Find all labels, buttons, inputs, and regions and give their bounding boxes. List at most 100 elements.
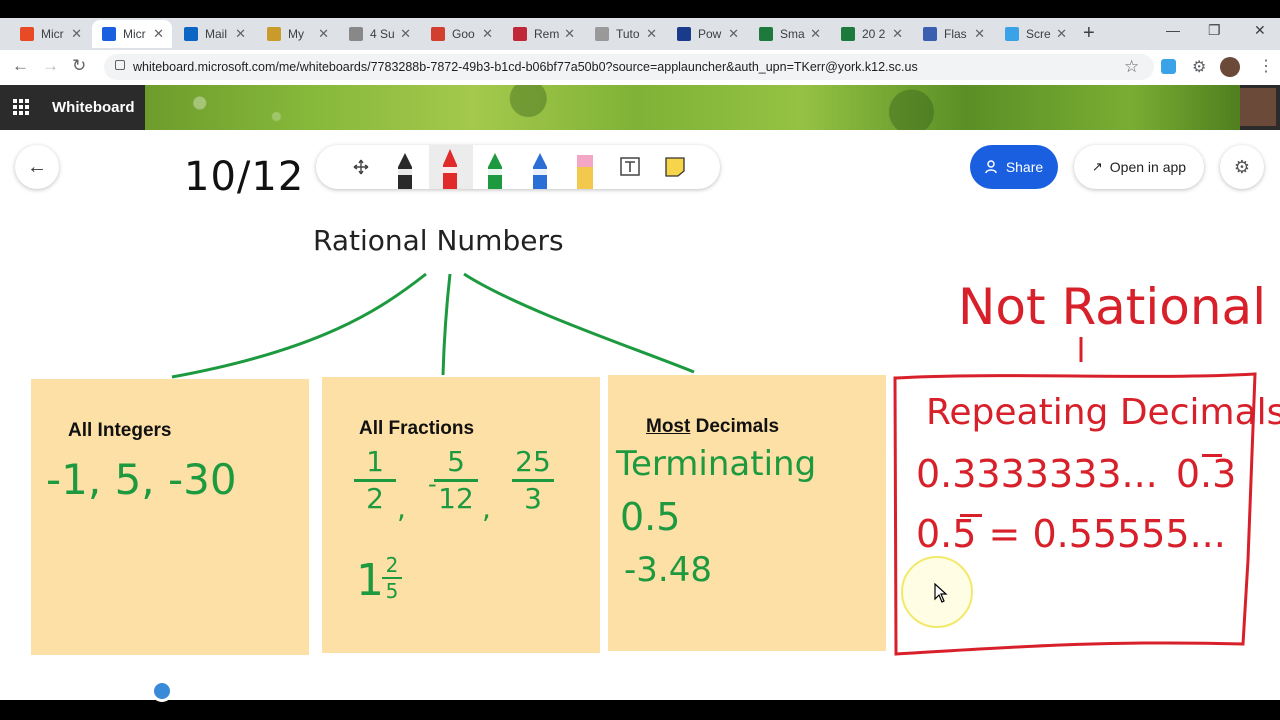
close-window-button[interactable]: ✕ — [1254, 22, 1266, 39]
fraction-twenty-five-thirds: 25 3 — [510, 448, 556, 513]
repeating-example-2: 0.5 = 0.55555... — [916, 512, 1226, 556]
forward-arrow-icon[interactable]: → — [42, 56, 59, 76]
tab-title: Goo — [452, 27, 475, 41]
tab-title: Tuto — [616, 27, 640, 41]
integers-values: -1, 5, -30 — [46, 455, 237, 504]
tab-close-icon[interactable]: ✕ — [400, 26, 411, 42]
mouse-pointer-icon — [934, 583, 948, 603]
tab-favicon-icon — [267, 27, 281, 41]
url-text[interactable]: whiteboard.microsoft.com/me/whiteboards/… — [133, 60, 918, 74]
decimal-value: 0.5 — [620, 495, 681, 539]
tab-favicon-icon — [102, 27, 116, 41]
browser-tab[interactable]: Pow ✕ — [667, 20, 747, 48]
mixed-number-whole: 1 — [356, 555, 384, 606]
minimize-button[interactable]: — — [1166, 22, 1180, 38]
tab-close-icon[interactable]: ✕ — [892, 26, 903, 42]
tab-favicon-icon — [431, 27, 445, 41]
note-title-integers: All Integers — [68, 420, 172, 441]
terminating-label: Terminating — [616, 444, 817, 484]
note-title-rest: Decimals — [690, 416, 780, 437]
fraction-denominator: 2 — [366, 482, 384, 515]
repeating-value: 0.3333333... — [916, 452, 1158, 496]
browser-tab[interactable]: Tuto ✕ — [585, 20, 665, 48]
browser-tab[interactable]: Flas ✕ — [913, 20, 993, 48]
tab-title: Scre — [1026, 27, 1051, 41]
browser-tab[interactable]: My ✕ — [257, 20, 337, 48]
tab-title: Rem — [534, 27, 560, 41]
profile-avatar[interactable] — [1220, 57, 1240, 77]
browser-tab[interactable]: Scre ✕ — [995, 20, 1075, 48]
back-arrow-icon[interactable]: ← — [12, 56, 29, 76]
repeating-decimals-title: Repeating Decimals — [926, 392, 1280, 433]
tab-title: 4 Su — [370, 27, 395, 41]
fraction-neg-five-twelfths: 5 12 — [434, 448, 478, 515]
tab-favicon-icon — [759, 27, 773, 41]
tab-close-icon[interactable]: ✕ — [1056, 26, 1067, 42]
tab-favicon-icon — [677, 27, 691, 41]
tab-close-icon[interactable]: ✕ — [728, 26, 739, 42]
tab-title: Micr — [41, 27, 64, 41]
header-banner — [145, 85, 1240, 130]
tab-title: Sma — [780, 27, 805, 41]
fraction-numerator: 1 — [366, 445, 384, 478]
repeating-expansion: = 0.55555... — [988, 512, 1226, 556]
app-name: Whiteboard — [52, 99, 135, 116]
tab-close-icon[interactable]: ✕ — [974, 26, 985, 42]
tab-favicon-icon — [1005, 27, 1019, 41]
tab-title: Pow — [698, 27, 722, 41]
tab-favicon-icon — [513, 27, 527, 41]
app-launcher-icon[interactable] — [13, 99, 29, 115]
note-title-underlined: Most — [646, 416, 691, 437]
browser-tab[interactable]: Mail ✕ — [174, 20, 254, 48]
tab-close-icon[interactable]: ✕ — [153, 26, 164, 42]
not-rational-title: Not Rational — [958, 278, 1267, 336]
repeating-bar-notation: 0.3 — [1175, 452, 1237, 496]
bookmark-star-icon[interactable]: ☆ — [1124, 57, 1139, 77]
account-avatar[interactable] — [1240, 88, 1276, 126]
bottom-bar — [0, 700, 1280, 720]
tab-favicon-icon — [595, 27, 609, 41]
fraction-one-half: 1 2 — [354, 445, 396, 515]
tab-title: Mail — [205, 27, 228, 41]
new-tab-button[interactable]: + — [1083, 22, 1095, 45]
browser-tab[interactable]: Sma ✕ — [749, 20, 829, 48]
note-title-decimals: Most Decimals — [646, 416, 779, 438]
reload-icon[interactable]: ↻ — [72, 56, 86, 76]
decimal-value: -3.48 — [624, 550, 712, 590]
tab-favicon-icon — [349, 27, 363, 41]
browser-tab[interactable]: 4 Su ✕ — [339, 20, 419, 48]
tab-close-icon[interactable]: ✕ — [482, 26, 493, 42]
maximize-button[interactable]: ❐ — [1208, 22, 1221, 39]
tab-close-icon[interactable]: ✕ — [235, 26, 246, 42]
tab-close-icon[interactable]: ✕ — [810, 26, 821, 42]
tab-title: Micr — [123, 27, 146, 41]
puzzle-icon[interactable]: ⚙ — [1192, 57, 1206, 77]
browser-tab[interactable]: Micr ✕ — [92, 20, 172, 48]
browser-tab[interactable]: Goo ✕ — [421, 20, 501, 48]
tab-favicon-icon — [923, 27, 937, 41]
fraction-denominator: 3 — [524, 482, 542, 515]
lock-icon — [115, 60, 125, 70]
tab-title: My — [288, 27, 304, 41]
tab-favicon-icon — [20, 27, 34, 41]
extension-icon[interactable] — [1161, 59, 1176, 74]
note-title-fractions: All Fractions — [359, 418, 475, 439]
more-menu-icon[interactable]: ⋮ — [1258, 56, 1274, 76]
tab-close-icon[interactable]: ✕ — [71, 26, 82, 42]
comma: , — [397, 492, 406, 525]
fraction-denominator: 5 — [385, 579, 399, 603]
browser-tab[interactable]: Micr ✕ — [10, 20, 90, 48]
record-icon — [150, 680, 173, 702]
browser-tab[interactable]: Rem ✕ — [503, 20, 583, 48]
tab-favicon-icon — [184, 27, 198, 41]
mixed-number-fraction: 2 5 — [382, 555, 402, 601]
tab-close-icon[interactable]: ✕ — [646, 26, 657, 42]
browser-tab[interactable]: 20 2 ✕ — [831, 20, 911, 48]
tab-close-icon[interactable]: ✕ — [318, 26, 329, 42]
fraction-denominator: 12 — [438, 482, 474, 515]
fraction-numerator: 25 — [515, 445, 551, 478]
tab-title: Flas — [944, 27, 967, 41]
tab-close-icon[interactable]: ✕ — [564, 26, 575, 42]
watermark-brand: SCREENCAST MATIC — [16, 680, 238, 702]
comma: , — [482, 492, 491, 525]
